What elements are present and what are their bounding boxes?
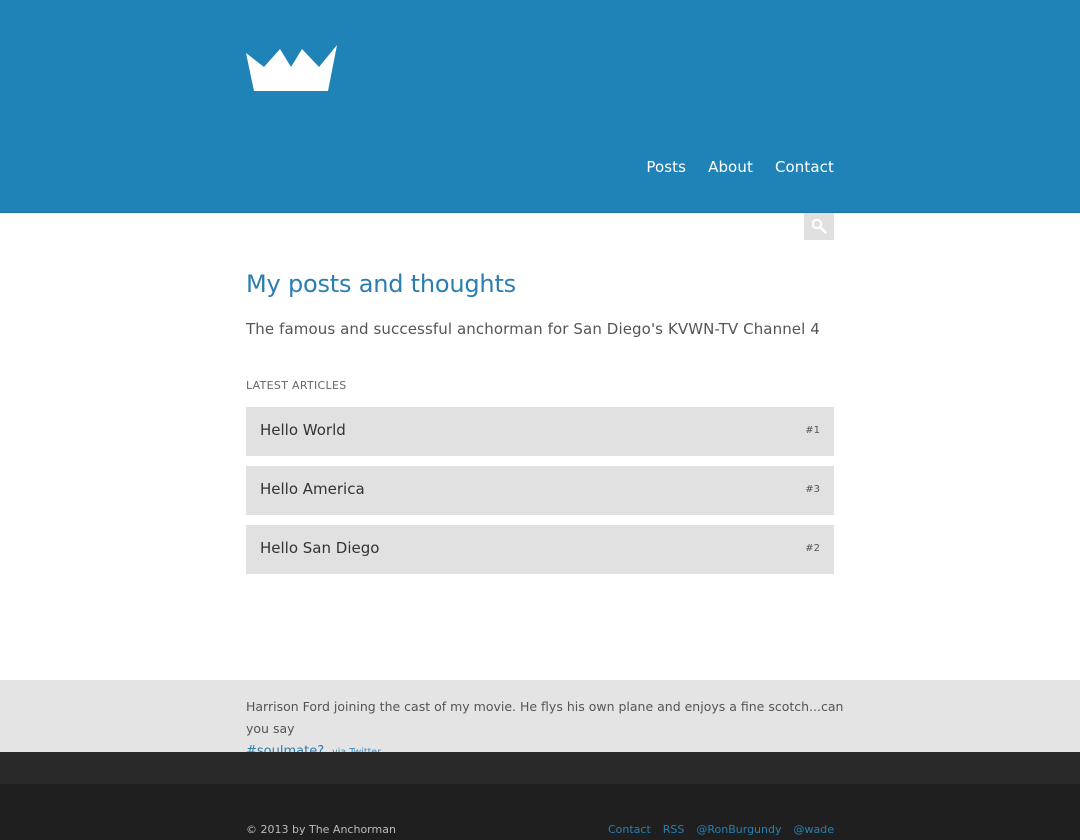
main-nav: Posts About Contact [646, 158, 834, 176]
latest-articles-label: LATEST ARTICLES [246, 379, 347, 392]
article-item-hello-world[interactable]: Hello World #1 [246, 407, 834, 456]
article-item-hello-america[interactable]: Hello America #3 [246, 466, 834, 515]
footer-link-ronburgundy[interactable]: @RonBurgundy [696, 823, 781, 836]
copyright-text: © 2013 by The Anchorman [246, 823, 396, 836]
search-button[interactable] [804, 213, 834, 240]
article-title: Hello World [260, 421, 346, 439]
site-header: Posts About Contact [0, 0, 1080, 213]
site-footer: © 2013 by The Anchorman Contact RSS @Ron… [0, 784, 1080, 840]
footer-link-wade[interactable]: @wade [794, 823, 835, 836]
article-item-hello-san-diego[interactable]: Hello San Diego #2 [246, 525, 834, 574]
page-subtitle: The famous and successful anchorman for … [246, 320, 820, 338]
nav-contact[interactable]: Contact [775, 158, 834, 176]
footer-links: Contact RSS @RonBurgundy @wade [608, 823, 834, 836]
article-title: Hello San Diego [260, 539, 380, 557]
article-list: Hello World #1 Hello America #3 Hello Sa… [246, 407, 834, 584]
article-number: #1 [805, 425, 820, 436]
article-number: #2 [805, 543, 820, 554]
crown-icon[interactable] [246, 45, 337, 91]
tweet-body: Harrison Ford joining the cast of my mov… [246, 699, 844, 736]
tweet-section: Harrison Ford joining the cast of my mov… [0, 680, 1080, 759]
footer-link-contact[interactable]: Contact [608, 823, 651, 836]
nav-posts[interactable]: Posts [646, 158, 686, 176]
footer-divider-band [0, 752, 1080, 784]
article-title: Hello America [260, 480, 365, 498]
footer-link-rss[interactable]: RSS [663, 823, 685, 836]
nav-about[interactable]: About [708, 158, 753, 176]
article-number: #3 [805, 484, 820, 495]
search-icon [811, 218, 827, 234]
page-title: My posts and thoughts [246, 270, 516, 298]
